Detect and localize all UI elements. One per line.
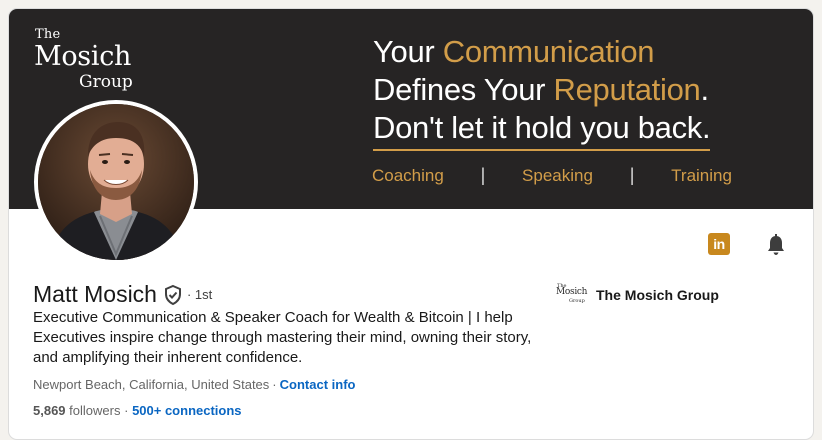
profile-headline: Executive Communication & Speaker Coach … bbox=[33, 309, 532, 366]
profile-name-row: Matt Mosich · 1st bbox=[33, 281, 212, 308]
linkedin-icon[interactable]: in bbox=[708, 233, 730, 255]
contact-info-link[interactable]: Contact info bbox=[280, 377, 356, 392]
logo-name: Mosich bbox=[34, 41, 132, 72]
shield-check-icon[interactable] bbox=[163, 284, 183, 306]
avatar-photo bbox=[38, 104, 194, 260]
profile-location: Newport Beach, California, United States bbox=[33, 377, 270, 392]
bell-icon[interactable] bbox=[764, 233, 788, 257]
current-company[interactable]: The Mosich Group The Mosich Group bbox=[556, 283, 719, 307]
connections-link[interactable]: 500+ connections bbox=[132, 403, 241, 418]
headline-tagline: Don't let it hold you back. bbox=[373, 109, 711, 151]
headline-accent: Communication bbox=[442, 34, 655, 69]
headline-text: Your bbox=[373, 34, 443, 69]
profile-location-row: Newport Beach, California, United States… bbox=[33, 377, 355, 392]
connections-separator: · bbox=[124, 403, 129, 418]
profile-card: The Mosich Group Your Communication Defi… bbox=[8, 8, 814, 440]
headline-line-3: Don't let it hold you back. bbox=[373, 109, 711, 151]
company-logo: The Mosich Group bbox=[556, 283, 588, 307]
followers-label: followers bbox=[69, 403, 121, 418]
headline-accent: Reputation bbox=[553, 72, 701, 107]
headline-text: . bbox=[700, 72, 709, 107]
service-training: Training bbox=[671, 165, 732, 185]
linkedin-icon-text: in bbox=[713, 236, 725, 252]
company-logo-group: Group bbox=[569, 298, 585, 304]
banner-services: Coaching | Speaking | Training bbox=[372, 165, 732, 186]
logo-the: The bbox=[35, 27, 61, 42]
logo-group: Group bbox=[79, 72, 133, 92]
banner-headline: Your Communication Defines Your Reputati… bbox=[373, 33, 711, 151]
company-name: The Mosich Group bbox=[596, 287, 719, 303]
headline-line-2: Defines Your Reputation. bbox=[373, 71, 710, 109]
profile-avatar[interactable] bbox=[34, 100, 198, 264]
followers-count: 5,869 bbox=[33, 403, 66, 418]
profile-network-row: 5,869 followers · 500+ connections bbox=[33, 403, 242, 418]
profile-name: Matt Mosich bbox=[33, 281, 157, 307]
company-logo-name: Mosich bbox=[556, 287, 588, 297]
location-separator: · bbox=[272, 377, 277, 392]
headline-text: Defines Your bbox=[373, 72, 554, 107]
service-coaching: Coaching bbox=[372, 165, 444, 185]
service-separator: | bbox=[480, 165, 486, 185]
connection-degree: · 1st bbox=[186, 287, 213, 302]
service-speaking: Speaking bbox=[522, 165, 593, 185]
headline-line-1: Your Communication bbox=[373, 33, 710, 71]
service-separator: | bbox=[629, 165, 635, 185]
